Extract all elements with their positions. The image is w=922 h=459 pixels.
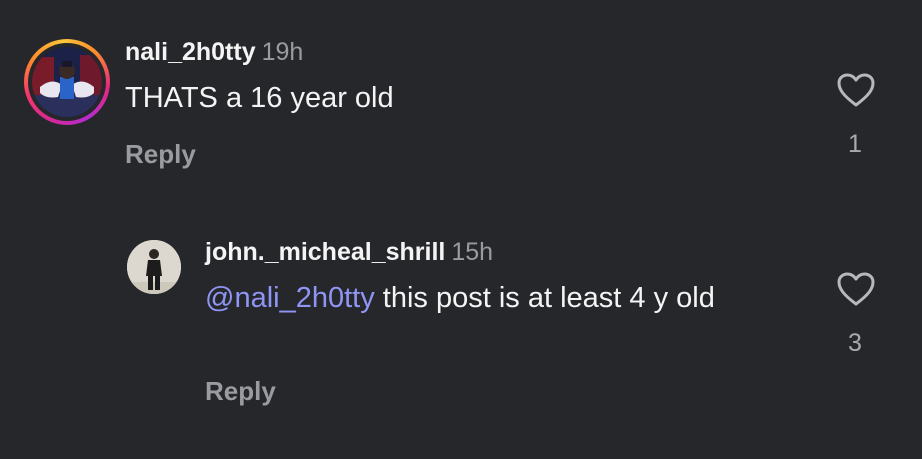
comment-text: THATS a 16 year old: [125, 82, 394, 114]
avatar-photo: [32, 47, 102, 117]
avatar[interactable]: [32, 47, 102, 117]
avatar-ring-gap: [28, 43, 106, 121]
reply-button[interactable]: Reply: [125, 139, 196, 170]
avatar-story-ring[interactable]: [24, 39, 110, 125]
reply-timestamp: 15h: [451, 238, 494, 266]
like-count: 1: [848, 130, 862, 158]
reply-button[interactable]: Reply: [205, 376, 276, 407]
avatar[interactable]: [127, 240, 181, 294]
username-text[interactable]: nali_2h0tty: [125, 38, 256, 66]
like-button[interactable]: [836, 72, 876, 113]
comment-username[interactable]: nali_2h0tty 19h: [125, 38, 303, 67]
reply-text-body: this post is at least 4 y old: [374, 282, 715, 314]
comment-timestamp: 19h: [261, 38, 304, 66]
reply-text: @nali_2h0tty this post is at least 4 y o…: [205, 280, 785, 317]
avatar-photo: [127, 240, 181, 294]
comment-item: nali_2h0tty 19h THATS a 16 year old Reply…: [0, 0, 922, 200]
like-button[interactable]: [836, 271, 876, 312]
username-text[interactable]: john._micheal_shrill: [205, 238, 445, 266]
reply-username[interactable]: john._micheal_shrill 15h: [205, 238, 493, 267]
heart-outline-icon: [837, 73, 875, 107]
mention-link[interactable]: @nali_2h0tty: [205, 282, 375, 314]
heart-outline-icon: [837, 272, 875, 306]
like-count: 3: [848, 329, 862, 357]
